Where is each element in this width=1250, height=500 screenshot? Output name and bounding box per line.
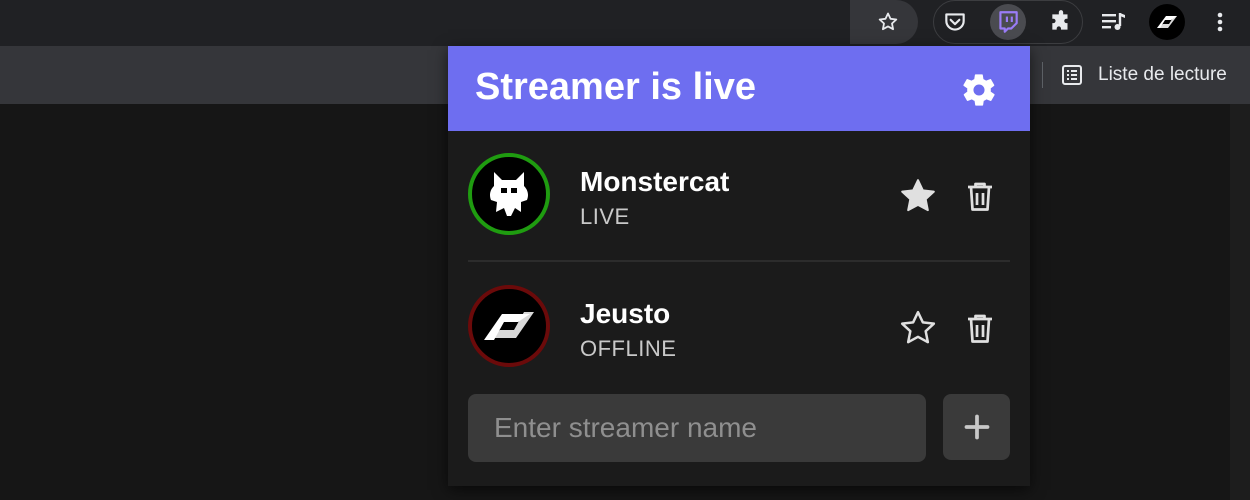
trash-icon xyxy=(968,314,992,343)
media-control-icon[interactable] xyxy=(1096,4,1132,40)
reading-list-label: Liste de lecture xyxy=(1098,64,1227,85)
twitch-icon[interactable] xyxy=(990,4,1026,40)
page-scrollbar[interactable] xyxy=(1230,104,1250,500)
streamer-status: LIVE xyxy=(580,204,630,229)
delete-button[interactable] xyxy=(960,176,1000,216)
reading-list-icon xyxy=(1062,65,1082,85)
add-streamer-button[interactable] xyxy=(943,394,1010,460)
streamer-avatar[interactable] xyxy=(468,153,550,235)
streamer-row-jeusto: Jeusto OFFLINE xyxy=(468,280,1010,380)
streamer-status: OFFLINE xyxy=(580,336,677,361)
browser-toolbar xyxy=(0,0,1250,46)
profile-avatar[interactable] xyxy=(1149,4,1185,40)
streamer-row-monstercat: Monstercat LIVE xyxy=(468,148,1010,248)
favorite-button[interactable] xyxy=(898,308,938,348)
puzzle-icon[interactable] xyxy=(1043,4,1079,40)
popup-title: Streamer is live xyxy=(475,66,756,108)
reading-list-button[interactable]: Liste de lecture xyxy=(1060,59,1227,91)
streamer-name-input[interactable] xyxy=(468,394,926,462)
bookmarks-divider xyxy=(1042,62,1043,88)
jeusto-logo-icon xyxy=(484,312,534,340)
plus-icon xyxy=(964,414,989,440)
gear-icon xyxy=(963,74,995,106)
extension-popup: Streamer is live Monstercat LIVE Jeusto … xyxy=(448,46,1030,486)
monstercat-logo-icon xyxy=(490,172,528,216)
star-filled-icon xyxy=(901,179,935,212)
delete-button[interactable] xyxy=(960,308,1000,348)
popup-header: Streamer is live xyxy=(448,46,1030,131)
star-outline-icon xyxy=(900,310,936,344)
pocket-icon[interactable] xyxy=(937,4,973,40)
settings-button[interactable] xyxy=(959,70,999,110)
streamer-separator xyxy=(468,260,1010,262)
streamer-name: Monstercat xyxy=(580,166,730,197)
bookmark-star-icon[interactable] xyxy=(870,4,906,40)
streamer-name: Jeusto xyxy=(580,298,671,329)
more-menu-icon[interactable] xyxy=(1202,4,1238,40)
streamer-avatar[interactable] xyxy=(468,285,550,367)
trash-icon xyxy=(968,182,992,211)
favorite-button[interactable] xyxy=(898,176,938,216)
